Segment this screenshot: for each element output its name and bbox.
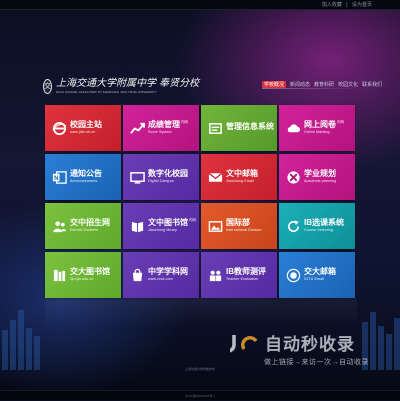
tile-recruit-students[interactable]: 交中招生网 Recruit Students xyxy=(45,203,121,249)
mail-icon xyxy=(208,170,223,185)
refresh-icon xyxy=(286,219,301,234)
onenote-icon: N xyxy=(52,170,67,185)
school-logo[interactable]: 交 上海交通大学附属中学 奉贤分校 HIGH SCHOOL AFFILIATED… xyxy=(43,76,199,96)
tile-sjtu-library[interactable]: 交大图书馆 lib.sjtu.edu.cn xyxy=(45,252,121,298)
tile-subtitle: www.zxxk.com xyxy=(148,276,173,281)
tile-title: 交大邮箱 xyxy=(304,267,336,277)
watermark-subtitle: 做上链接→来访一次→自动收录 xyxy=(264,359,369,366)
watermark-logo-icon xyxy=(228,332,262,354)
chart-icon xyxy=(130,121,145,136)
tile-online-marking[interactable]: 网上阅卷内网 Online Marking xyxy=(279,105,355,151)
tile-subtitle: Recruit Students xyxy=(70,227,99,232)
add-favorite-link[interactable]: 加入收藏 xyxy=(322,2,342,8)
tile-title: 网上阅卷 xyxy=(304,120,336,130)
tile-title: 交中招生网 xyxy=(70,218,110,228)
photo-icon xyxy=(208,219,223,234)
school-crest-icon: 交 xyxy=(43,78,52,94)
grid-reflection xyxy=(45,298,357,328)
tile-subtitle: Online Marking xyxy=(304,129,330,134)
main-nav: 学校概况 新闻动态 教育科研 校园文化 联系我们 xyxy=(262,81,382,88)
tile-title: 中学学科网 xyxy=(148,267,188,277)
tile-announcements[interactable]: N 通知公告 Announcements xyxy=(45,154,121,200)
monitor-icon xyxy=(130,170,145,185)
folder-icon xyxy=(208,121,223,136)
xbox-icon xyxy=(286,170,301,185)
tile-academic-planning[interactable]: 学业规划 Academic planning xyxy=(279,154,355,200)
tile-title: 学业规划 xyxy=(304,169,336,179)
seal-icon xyxy=(286,268,301,283)
nav-item-news[interactable]: 新闻动态 xyxy=(290,81,310,88)
tile-title: 交大图书馆 xyxy=(70,267,110,277)
tile-title: IB教师测评 xyxy=(226,267,266,277)
tile-score-system[interactable]: 成绩管理内网 Score System xyxy=(123,105,199,151)
set-homepage-link[interactable]: 设为首页 xyxy=(352,2,372,8)
tile-title: IB选课系统 xyxy=(304,218,344,228)
tile-title: 校园主站 xyxy=(70,120,102,130)
tile-management-info[interactable]: 管理信息系统 xyxy=(201,105,277,151)
intranet-badge: 内网 xyxy=(181,120,188,125)
people-icon xyxy=(52,219,67,234)
tile-international-division[interactable]: 国际部 International Division xyxy=(201,203,277,249)
tile-subtitle: Teacher Evaluation xyxy=(226,276,259,281)
tile-grid: 校园主站 www.jdfz.sh.cn 成绩管理内网 Score System … xyxy=(45,105,357,298)
tile-title: 管理信息系统 xyxy=(226,122,274,132)
nav-item-overview[interactable]: 学校概况 xyxy=(262,81,287,88)
nav-divider xyxy=(262,88,358,89)
tile-subtitle: www.jdfz.sh.cn xyxy=(70,129,96,134)
tile-subtitle: Digital Campus xyxy=(148,178,174,183)
tile-digital-campus[interactable]: 数字化校园 Digital Campus xyxy=(123,154,199,200)
tile-subtitle: Score System xyxy=(148,129,172,134)
tile-ib-teacher-evaluation[interactable]: IB教师测评 Teacher Evaluation xyxy=(201,252,277,298)
tile-subtitle: Announcements xyxy=(70,178,98,183)
tile-subtitle: Jiaozhong Email xyxy=(226,178,254,183)
tile-campus-site[interactable]: 校园主站 www.jdfz.sh.cn xyxy=(45,105,121,151)
separator: | xyxy=(346,2,348,8)
tile-subject-network[interactable]: 中学学科网 www.zxxk.com xyxy=(123,252,199,298)
tile-subtitle: Academic planning xyxy=(304,178,337,183)
tile-title: 通知公告 xyxy=(70,169,102,179)
svg-text:N: N xyxy=(54,175,58,182)
book-icon xyxy=(130,219,145,234)
store-icon xyxy=(130,268,145,283)
tile-title: 文中邮箱 xyxy=(226,169,258,179)
ie-icon xyxy=(52,121,67,136)
footer: 沪ICP备05003345号-1 xyxy=(0,390,400,400)
tile-sjtu-email[interactable]: 交大邮箱 SJTU Email xyxy=(279,252,355,298)
cloud-icon xyxy=(286,121,301,136)
library-icon xyxy=(52,268,67,283)
tile-ib-course-selecting[interactable]: IB选课系统 Course Selecting xyxy=(279,203,355,249)
tile-subtitle: SJTU Email xyxy=(304,276,324,281)
footer-info: 上海交通大学附属中学 xyxy=(184,367,215,371)
intranet-badge: 内网 xyxy=(189,218,196,223)
top-bar: 加入收藏 | 设为首页 xyxy=(0,0,400,10)
nav-item-contact[interactable]: 联系我们 xyxy=(362,81,382,88)
nav-item-culture[interactable]: 校园文化 xyxy=(338,81,358,88)
tile-title: 成绩管理 xyxy=(148,120,180,130)
watermark-title: 自动秒收录 xyxy=(265,335,355,354)
tile-subtitle: Course Selecting xyxy=(304,227,333,232)
tile-jiaozhong-email[interactable]: 文中邮箱 Jiaozhong Email xyxy=(201,154,277,200)
tile-subtitle: Jiaozhong library xyxy=(148,227,177,232)
school-name-en: HIGH SCHOOL AFFILIATED TO SHANGHAI JIAO … xyxy=(56,89,157,94)
nav-item-research[interactable]: 教育科研 xyxy=(314,81,334,88)
tile-subtitle: International Division xyxy=(226,227,262,232)
tile-title: 数字化校园 xyxy=(148,169,188,179)
users-icon xyxy=(208,268,223,283)
tile-subtitle: lib.sjtu.edu.cn xyxy=(70,276,94,281)
top-links: 加入收藏 | 设为首页 xyxy=(319,1,372,8)
tile-title: 国际部 xyxy=(226,218,250,228)
school-name: 上海交通大学附属中学 奉贤分校 xyxy=(56,77,200,89)
footer-copyright[interactable]: 沪ICP备05003345号-1 xyxy=(185,394,215,398)
tile-jiaozhong-library[interactable]: 文中图书馆内网 Jiaozhong library xyxy=(123,203,199,249)
tile-title: 文中图书馆 xyxy=(148,218,188,228)
intranet-badge: 内网 xyxy=(337,120,344,125)
